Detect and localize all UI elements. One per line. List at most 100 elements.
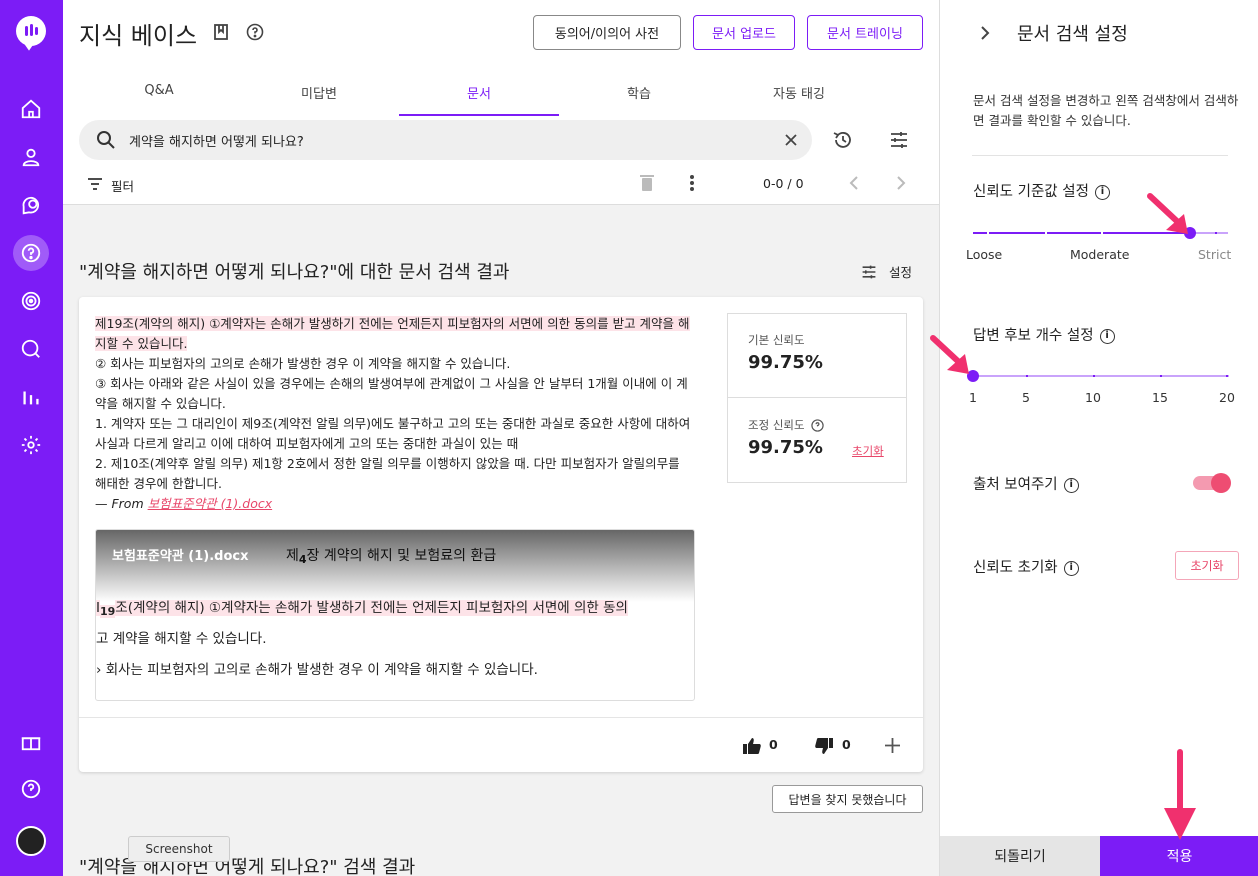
panel-description: 문서 검색 설정을 변경하고 왼쪽 검색창에서 검색하면 결과를 확인할 수 있… — [973, 93, 1239, 128]
tune-icon[interactable] — [889, 130, 909, 150]
slider-tick — [1215, 232, 1217, 234]
chapter-prefix: 제 — [286, 548, 299, 564]
tab-unanswered[interactable]: 미답변 — [239, 70, 399, 116]
home-icon[interactable] — [19, 97, 43, 121]
reset-confidence-label: 신뢰도 초기화 — [973, 560, 1058, 576]
book-icon[interactable] — [211, 22, 231, 42]
result-title: "계약을 해지하면 어떻게 되나요?"에 대한 문서 검색 결과 — [79, 262, 510, 283]
search-icon — [97, 131, 115, 149]
tick-label: 20 — [1219, 390, 1235, 405]
body-line: 1. 계약자 또는 그 대리인이 제9조(계약전 알릴 의무)에도 불구하고 고… — [95, 416, 691, 451]
preview-chapter: 제4장 계약의 해지 및 보험료의 환급 — [286, 545, 496, 566]
upload-document-button[interactable]: 문서 업로드 — [693, 15, 795, 50]
slider-tick — [1093, 375, 1095, 377]
candidates-setting-header: 답변 후보 개수 설정 i — [973, 324, 1115, 345]
slider-tick — [1226, 375, 1228, 377]
thumbs-down-icon[interactable] — [815, 738, 833, 754]
source-prefix: — From — [95, 496, 148, 511]
target-icon[interactable] — [19, 289, 43, 313]
dislike-count: 0 — [842, 737, 851, 752]
page-title: 지식 베이스 — [79, 22, 198, 50]
app-logo[interactable] — [16, 16, 46, 46]
screenshot-tooltip: Screenshot — [128, 836, 230, 862]
slider-track — [973, 375, 1229, 377]
revert-button[interactable]: 되돌리기 — [940, 836, 1100, 876]
more-vert-icon[interactable] — [690, 175, 694, 191]
synonym-dictionary-button[interactable]: 동의어/이의어 사전 — [533, 15, 681, 50]
preview-line: 고 계약을 해지할 수 있습니다. — [96, 631, 267, 647]
threshold-label: 신뢰도 기준값 설정 — [973, 184, 1089, 200]
chat-icon[interactable] — [19, 193, 43, 217]
tune-icon — [862, 265, 876, 278]
document-preview[interactable]: 보험표준약관 (1).docx 제4장 계약의 해지 및 보험료의 환급 I19… — [95, 529, 695, 701]
train-document-button[interactable]: 문서 트레이닝 — [807, 15, 923, 50]
tick-label: 5 — [1022, 390, 1030, 405]
chevron-left-icon[interactable] — [849, 176, 859, 190]
slider-tick — [1160, 375, 1162, 377]
source-file-link[interactable]: 보험표준약관 (1).docx — [148, 496, 273, 511]
tab-documents[interactable]: 문서 — [399, 70, 559, 116]
tab-auto-tagging[interactable]: 자동 태깅 — [719, 70, 879, 116]
reset-confidence-link[interactable]: 초기화 — [852, 443, 884, 459]
page-count: 0-0 / 0 — [763, 176, 804, 191]
search-input[interactable]: 계약을 해지하면 어떻게 되나요? — [79, 120, 812, 160]
reset-confidence-button[interactable]: 초기화 — [1175, 551, 1239, 580]
chart-icon[interactable] — [19, 385, 43, 409]
divider — [728, 397, 906, 398]
info-icon[interactable]: i — [1063, 477, 1079, 493]
clear-icon[interactable] — [784, 133, 798, 147]
thumbs-up-icon[interactable] — [743, 738, 761, 754]
gift-icon[interactable] — [19, 729, 43, 753]
preview-line: I19조(계약의 해지) ①계약자는 손해가 발생하기 전에는 언제든지 피보험… — [96, 596, 694, 618]
left-nav-rail — [0, 0, 63, 876]
slider-thumb[interactable] — [1184, 227, 1196, 239]
adjusted-confidence-label: 조정 신뢰도 — [748, 418, 805, 432]
filter-button[interactable]: 필터 — [111, 176, 134, 195]
slider-tick — [1101, 232, 1103, 234]
candidates-label: 답변 후보 개수 설정 — [973, 328, 1094, 344]
like-count: 0 — [769, 737, 778, 752]
delete-icon[interactable] — [640, 174, 654, 192]
body-line: 2. 제10조(계약후 알릴 의무) 제1항 2호에서 정한 알릴 의무를 이행… — [95, 456, 680, 491]
threshold-loose-label: Loose — [966, 247, 1003, 262]
info-icon[interactable]: i — [1099, 328, 1115, 344]
base-confidence-label: 기본 신뢰도 — [748, 333, 805, 347]
user-icon[interactable] — [19, 145, 43, 169]
tab-qa[interactable]: Q&A — [79, 70, 239, 116]
reset-confidence-header: 신뢰도 초기화 i — [973, 556, 1079, 577]
show-source-label: 출처 보여주기 — [973, 477, 1058, 493]
avatar[interactable] — [16, 826, 46, 856]
tab-learning[interactable]: 학습 — [559, 70, 719, 116]
add-icon[interactable] — [885, 738, 900, 753]
preview-line: › 회사는 피보험자의 고의로 손해가 발생한 경우 이 계약을 해지할 수 있… — [96, 662, 538, 678]
filter-icon[interactable] — [87, 177, 103, 191]
preview-text: 19 — [99, 605, 116, 618]
chevron-right-icon[interactable] — [980, 25, 990, 41]
chevron-right-icon[interactable] — [896, 176, 906, 190]
threshold-strict-label: Strict — [1198, 247, 1232, 262]
threshold-moderate-label: Moderate — [1070, 247, 1130, 262]
slider-thumb[interactable] — [967, 370, 979, 382]
toolbar: 필터 0-0 / 0 — [79, 165, 939, 205]
feedback-bar: 0 0 — [79, 717, 923, 772]
help-icon[interactable] — [245, 22, 265, 42]
show-source-toggle[interactable] — [1193, 473, 1231, 493]
result-settings-button[interactable]: 설정 — [861, 262, 912, 281]
chapter-title: 장 계약의 해지 및 보험료의 환급 — [306, 548, 497, 564]
adjusted-confidence-header: 조정 신뢰도 — [748, 417, 824, 433]
help-icon[interactable] — [19, 777, 43, 801]
tick-label: 1 — [969, 390, 977, 405]
history-icon[interactable] — [832, 129, 854, 151]
help-icon[interactable] — [810, 418, 824, 432]
knowledge-base-icon[interactable] — [19, 241, 43, 265]
preview-file-name: 보험표준약관 (1).docx — [112, 549, 249, 564]
adjusted-confidence-value: 99.75% — [748, 437, 823, 458]
search-chat-icon[interactable] — [19, 337, 43, 361]
slider-tick — [987, 232, 989, 234]
not-found-button[interactable]: 답변을 찾지 못했습니다 — [772, 785, 923, 813]
search-query: 계약을 해지하면 어떻게 되나요? — [129, 135, 304, 150]
settings-gear-icon[interactable] — [19, 433, 43, 457]
info-icon[interactable]: i — [1063, 560, 1079, 576]
apply-button[interactable]: 적용 — [1100, 836, 1258, 876]
info-icon[interactable]: i — [1094, 184, 1110, 200]
